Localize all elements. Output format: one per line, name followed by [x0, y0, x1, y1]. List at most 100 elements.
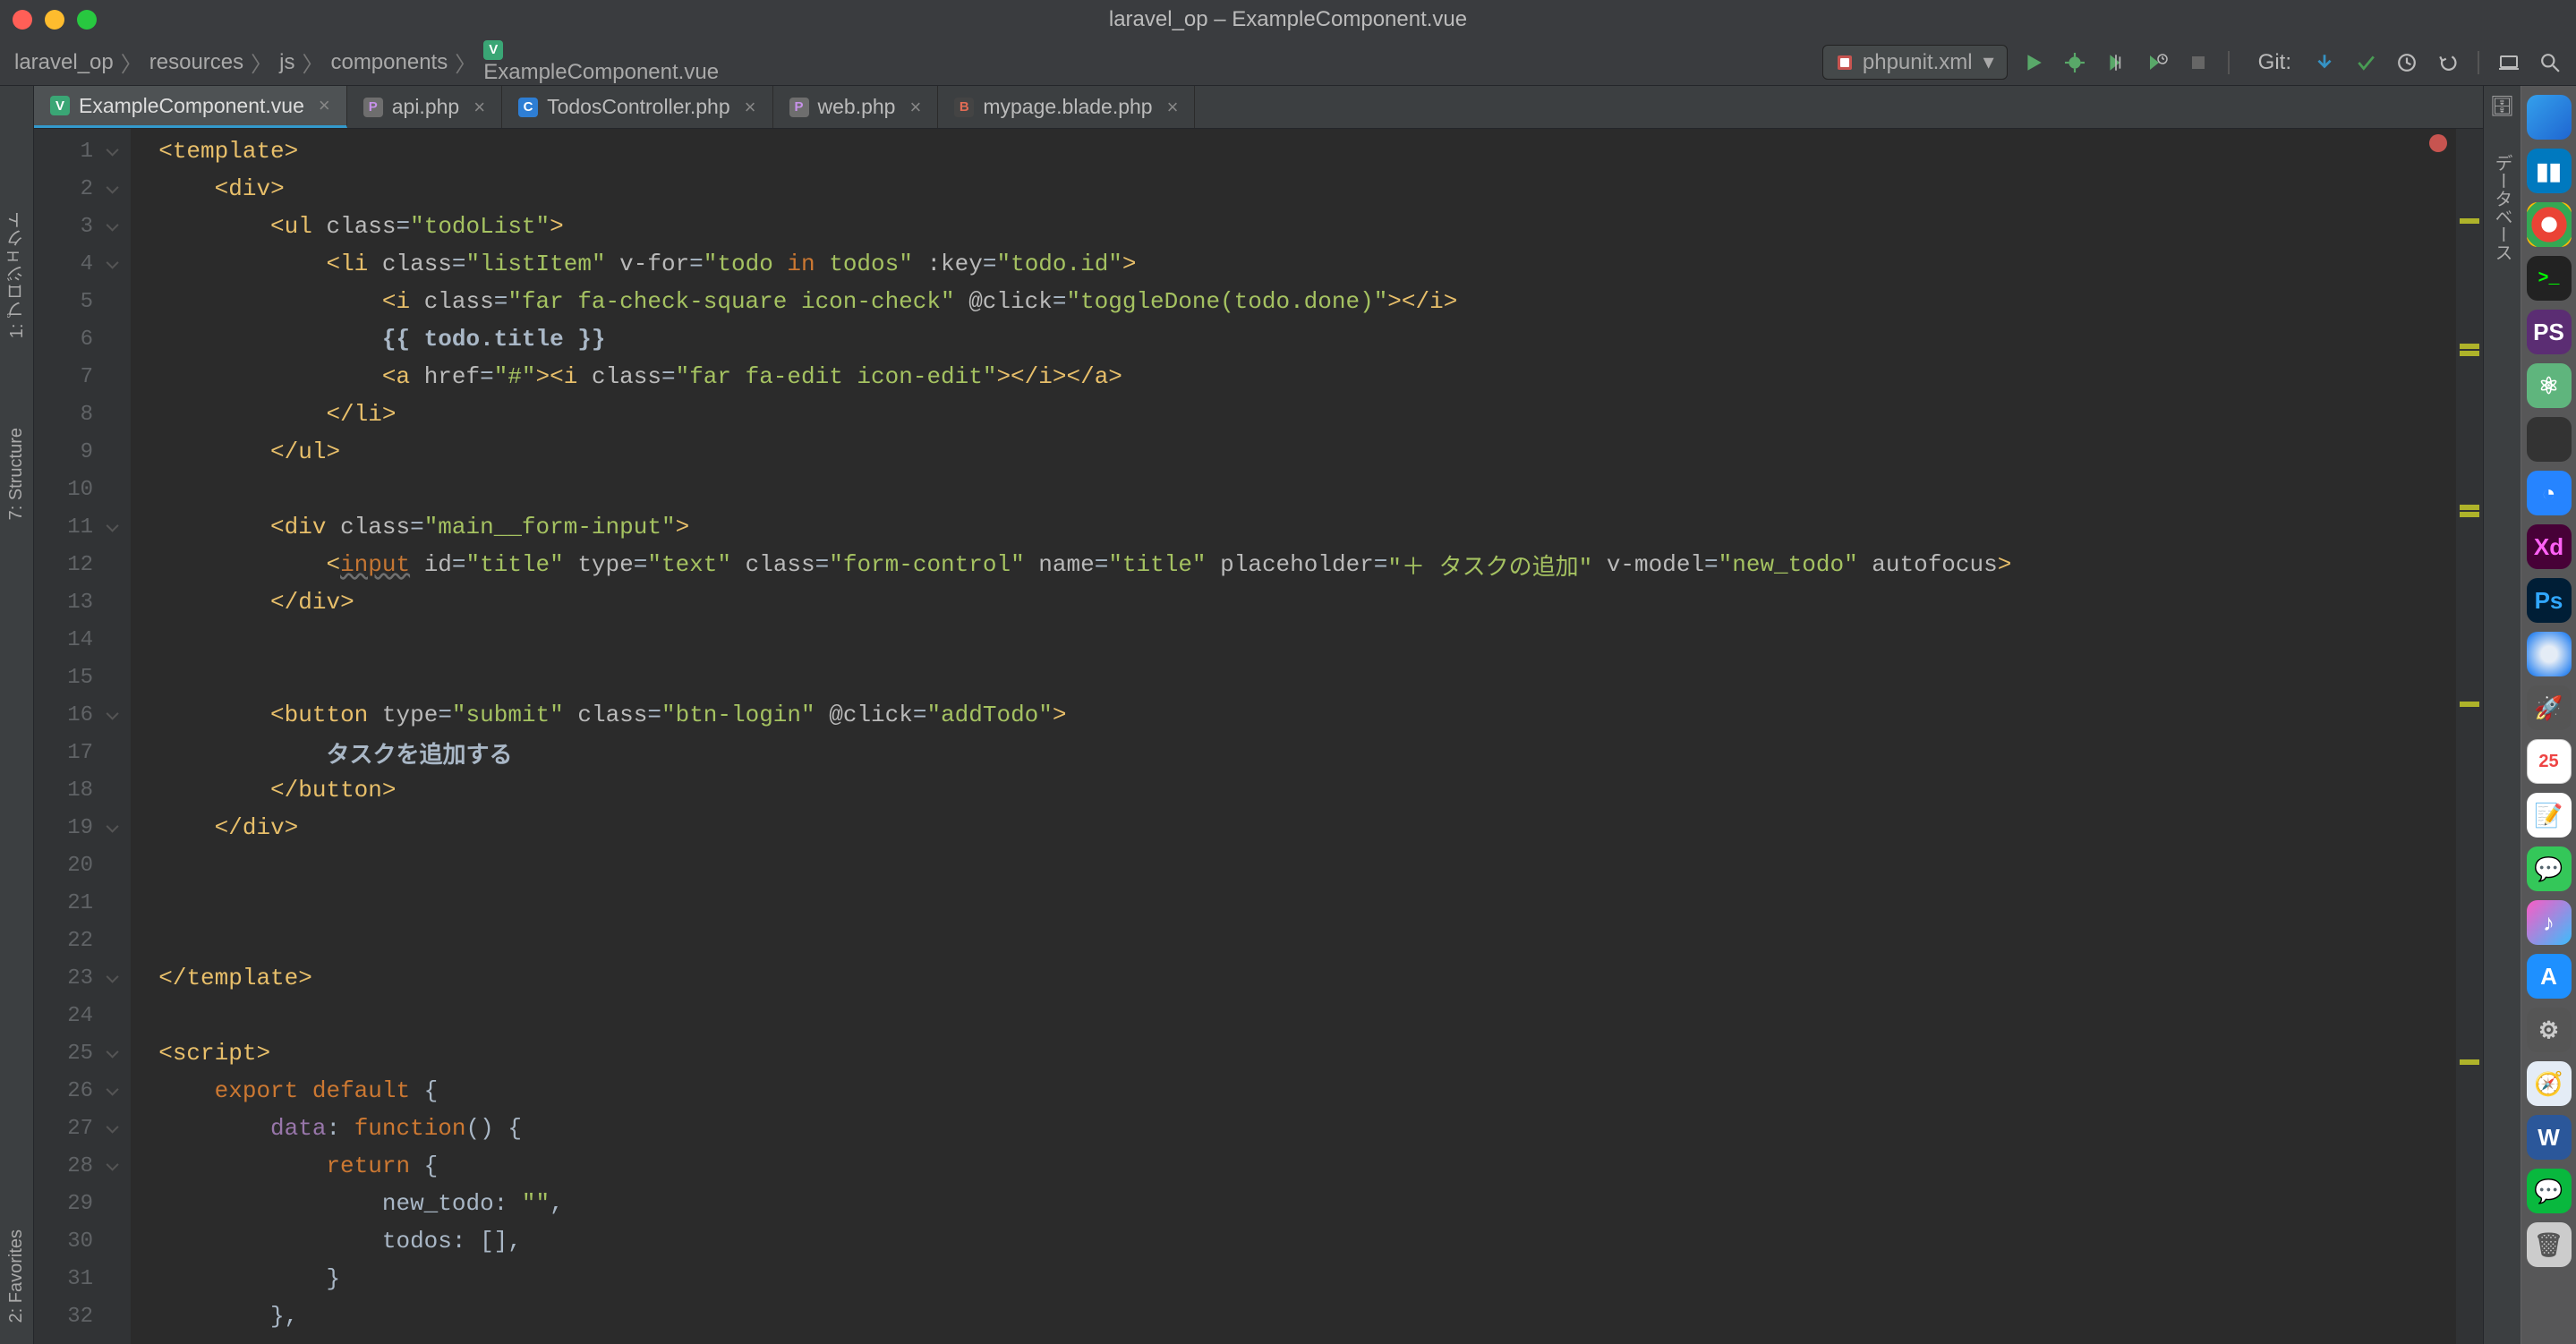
dock-finder-icon[interactable] — [2527, 95, 2572, 140]
code-line[interactable]: new_todo: "", — [131, 1185, 2456, 1222]
line-number[interactable]: 16 — [34, 696, 131, 734]
profiler-button[interactable] — [2145, 51, 2169, 74]
line-number[interactable]: 9 — [34, 433, 131, 471]
stop-button[interactable] — [2187, 51, 2210, 74]
line-number[interactable]: 31 — [34, 1260, 131, 1297]
dock-safari2-icon[interactable]: 🧭 — [2527, 1061, 2572, 1106]
code-line[interactable]: </template> — [131, 959, 2456, 997]
project-tool-button[interactable]: 1: プロジェクト — [4, 211, 30, 338]
line-number[interactable]: 12 — [34, 546, 131, 583]
line-number[interactable]: 3 — [34, 208, 131, 245]
code-line[interactable] — [131, 997, 2456, 1034]
code-line[interactable]: data: function() { — [131, 1110, 2456, 1147]
close-tab-icon[interactable]: × — [319, 94, 330, 117]
code-line[interactable]: return { — [131, 1147, 2456, 1185]
rollback-button[interactable] — [2436, 51, 2460, 74]
code-line[interactable]: </button> — [131, 771, 2456, 809]
line-number[interactable]: 26 — [34, 1072, 131, 1110]
code-line[interactable]: <div class="main__form-input"> — [131, 508, 2456, 546]
device-icon[interactable] — [2497, 51, 2521, 74]
dock-github-icon[interactable] — [2527, 417, 2572, 462]
line-number[interactable]: 22 — [34, 922, 131, 959]
run-configuration-select[interactable]: phpunit.xml ▾ — [1822, 45, 2008, 80]
dock-appstore-icon[interactable]: A — [2527, 954, 2572, 999]
dock-launchpad-icon[interactable]: 🚀 — [2527, 685, 2572, 730]
git-commit-button[interactable] — [2354, 51, 2377, 74]
code-line[interactable]: <li class="listItem" v-for="todo in todo… — [131, 245, 2456, 283]
code-line[interactable]: }, — [131, 1297, 2456, 1335]
dock-word-icon[interactable]: W — [2527, 1115, 2572, 1160]
line-number[interactable]: 27 — [34, 1110, 131, 1147]
line-number[interactable]: 21 — [34, 884, 131, 922]
code-line[interactable]: </li> — [131, 396, 2456, 433]
breadcrumb[interactable]: laravel_op〉resources〉js〉components〉VExam… — [14, 40, 1822, 85]
breadcrumb-segment[interactable]: components — [330, 50, 448, 75]
code-line[interactable]: {{ todo.title }} — [131, 320, 2456, 358]
code-line[interactable]: todos: [], — [131, 1222, 2456, 1260]
line-number[interactable]: 11 — [34, 508, 131, 546]
close-tab-icon[interactable]: × — [745, 96, 756, 119]
code-line[interactable] — [131, 846, 2456, 884]
dock-settings-icon[interactable]: ⚙ — [2527, 1008, 2572, 1052]
dock-atom-icon[interactable]: ⚛ — [2527, 363, 2572, 408]
line-number[interactable]: 18 — [34, 771, 131, 809]
dock-notes-icon[interactable]: 📝 — [2527, 793, 2572, 838]
code-line[interactable] — [131, 884, 2456, 922]
code-line[interactable] — [131, 659, 2456, 696]
dock-calendar-icon[interactable]: 25 — [2527, 739, 2572, 784]
scrollbar-markers[interactable] — [2456, 129, 2483, 1344]
dock-trash-icon[interactable]: 🗑 — [2527, 1222, 2572, 1267]
code-line[interactable]: </ul> — [131, 433, 2456, 471]
line-number[interactable]: 1 — [34, 132, 131, 170]
line-number[interactable]: 13 — [34, 583, 131, 621]
editor-tab[interactable]: Bmypage.blade.php× — [938, 86, 1195, 128]
code-line[interactable]: } — [131, 1260, 2456, 1297]
dock-photoshop-icon[interactable]: Ps — [2527, 578, 2572, 623]
line-number[interactable]: 2 — [34, 170, 131, 208]
dock-itunes-icon[interactable]: ♪ — [2527, 900, 2572, 945]
code-line[interactable]: </div> — [131, 583, 2456, 621]
close-window-button[interactable] — [13, 10, 32, 30]
run-button[interactable] — [2022, 51, 2045, 74]
line-number[interactable]: 10 — [34, 471, 131, 508]
line-number[interactable]: 19 — [34, 809, 131, 846]
line-number[interactable]: 5 — [34, 283, 131, 320]
dock-terminal-icon[interactable]: >_ — [2527, 256, 2572, 301]
dock-safari-icon[interactable] — [2527, 632, 2572, 676]
database-tool-button[interactable]: データベース — [2489, 154, 2515, 261]
code-line[interactable]: <a href="#"><i class="far fa-edit icon-e… — [131, 358, 2456, 396]
dock-sourcetree-icon[interactable]: ◔ — [2527, 471, 2572, 515]
code-line[interactable]: <i class="far fa-check-square icon-check… — [131, 283, 2456, 320]
error-indicator-icon[interactable] — [2429, 134, 2447, 152]
line-number[interactable]: 14 — [34, 621, 131, 659]
line-number[interactable]: 23 — [34, 959, 131, 997]
line-number[interactable]: 7 — [34, 358, 131, 396]
code-line[interactable]: <script> — [131, 1034, 2456, 1072]
line-number[interactable]: 20 — [34, 846, 131, 884]
code-line[interactable]: export default { — [131, 1072, 2456, 1110]
line-number[interactable]: 17 — [34, 734, 131, 771]
line-number[interactable]: 4 — [34, 245, 131, 283]
line-number[interactable]: 29 — [34, 1185, 131, 1222]
code-editor[interactable]: 1234567891011121314151617181920212223242… — [34, 129, 2483, 1344]
maximize-window-button[interactable] — [77, 10, 97, 30]
editor-tab[interactable]: Pweb.php× — [773, 86, 939, 128]
breadcrumb-segment[interactable]: VExampleComponent.vue — [483, 40, 719, 85]
breadcrumb-segment[interactable]: resources — [149, 50, 243, 75]
git-pull-button[interactable] — [2313, 51, 2336, 74]
code-line[interactable]: <button type="submit" class="btn-login" … — [131, 696, 2456, 734]
minimize-window-button[interactable] — [45, 10, 64, 30]
close-tab-icon[interactable]: × — [909, 96, 921, 119]
line-number[interactable]: 25 — [34, 1034, 131, 1072]
dock-trello-icon[interactable]: ▮▮ — [2527, 149, 2572, 193]
code-line[interactable]: <template> — [131, 132, 2456, 170]
code-content[interactable]: <template> <div> <ul class="todoList"> <… — [131, 129, 2456, 1344]
dock-xd-icon[interactable]: Xd — [2527, 524, 2572, 569]
dock-chrome-icon[interactable] — [2527, 202, 2572, 247]
line-number[interactable]: 8 — [34, 396, 131, 433]
code-line[interactable]: タスクを追加する — [131, 734, 2456, 771]
structure-tool-button[interactable]: 7: Structure — [6, 428, 27, 520]
dock-wechat-icon[interactable]: 💬 — [2527, 1169, 2572, 1213]
line-number[interactable]: 24 — [34, 997, 131, 1034]
code-line[interactable]: <div> — [131, 170, 2456, 208]
